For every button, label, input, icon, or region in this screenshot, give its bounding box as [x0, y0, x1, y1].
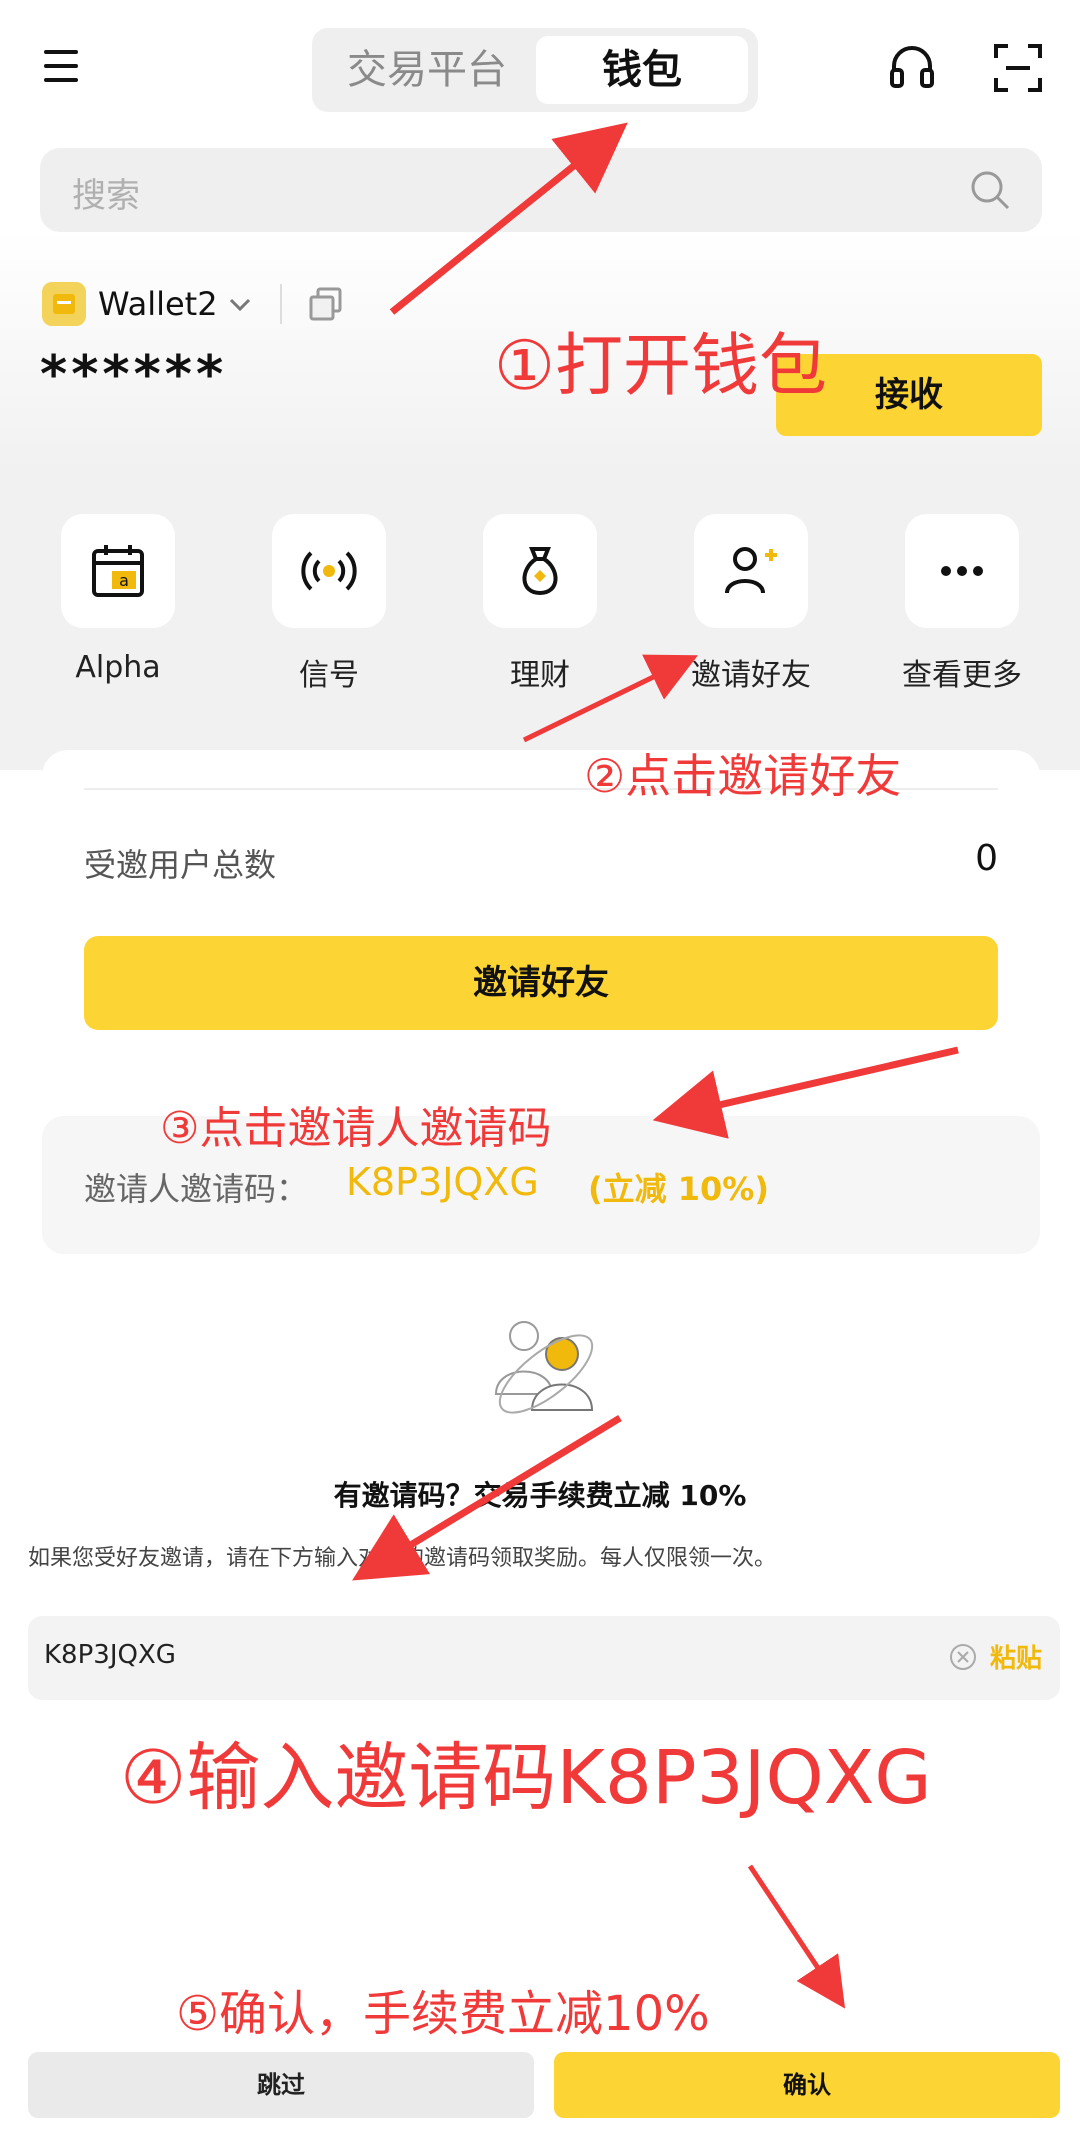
tab-exchange[interactable]: 交易平台	[322, 36, 532, 104]
scan-icon[interactable]	[990, 40, 1046, 96]
paste-button[interactable]: 粘贴	[990, 1638, 1042, 1675]
alpha-calendar-icon: a	[92, 545, 144, 597]
skip-button[interactable]: 跳过	[28, 2052, 534, 2118]
copy-icon[interactable]	[306, 284, 346, 324]
wallet-balance: ******	[40, 345, 228, 405]
headset-icon[interactable]	[884, 40, 940, 96]
search-input[interactable]: 搜索	[40, 148, 1042, 232]
arrow-to-confirm	[747, 1864, 846, 2009]
referral-code-value: K8P3JQXG	[44, 1640, 176, 1670]
more-icon	[941, 566, 983, 576]
quick-action-label: 理财	[510, 658, 570, 693]
referral-code-input[interactable]: K8P3JQXG 粘贴	[28, 1616, 1060, 1700]
quick-action-alpha[interactable]: a Alpha	[33, 514, 203, 685]
annotation-step5: ⑤确认，手续费立减10%	[176, 1986, 710, 2042]
inviter-code-label: 邀请人邀请码：	[84, 1170, 309, 1208]
inviter-code-value: K8P3JQXG	[346, 1160, 539, 1204]
quick-action-label: 信号	[299, 658, 359, 693]
clear-icon[interactable]	[948, 1642, 978, 1672]
quick-action-invite[interactable]: 邀请好友	[666, 514, 836, 694]
wallet-name[interactable]: Wallet2	[98, 282, 218, 326]
quick-action-label: Alpha	[75, 650, 161, 685]
annotation-step1: ①打开钱包	[494, 327, 827, 406]
invite-user-icon	[725, 547, 777, 594]
annotation-step2: ②点击邀请好友	[584, 749, 902, 803]
search-icon[interactable]	[968, 168, 1012, 212]
confirm-button[interactable]: 确认	[554, 2052, 1060, 2118]
annotation-step3: ③点击邀请人邀请码	[160, 1103, 552, 1154]
quick-action-signal[interactable]: 信号	[244, 514, 414, 694]
wallet-icon	[42, 282, 86, 326]
promo-description: 如果您受好友邀请，请在下方输入对方的邀请码领取奖励。每人仅限领一次。	[28, 1546, 777, 1571]
promo-title: 有邀请码？交易手续费立减 10%	[333, 1479, 747, 1512]
quick-action-more[interactable]: 查看更多	[877, 514, 1047, 694]
tab-wallet[interactable]: 钱包	[536, 36, 748, 104]
mode-switch: 交易平台 钱包	[312, 28, 758, 112]
annotation-step4: ④输入邀请码K8P3JQXG	[120, 1735, 932, 1821]
quick-action-earn[interactable]: 理财	[455, 514, 625, 694]
referral-illustration	[484, 1310, 604, 1430]
inviter-code-promo: (立减 10%)	[588, 1170, 769, 1208]
quick-action-label: 邀请好友	[691, 658, 811, 693]
invite-friends-button[interactable]: 邀请好友	[84, 936, 998, 1030]
search-placeholder: 搜索	[72, 176, 140, 216]
signal-icon	[301, 551, 357, 591]
chevron-down-icon[interactable]	[226, 290, 254, 318]
money-bag-icon	[522, 547, 558, 596]
divider	[280, 284, 282, 324]
invited-users-label: 受邀用户总数	[84, 846, 277, 884]
invited-users-count: 0	[975, 838, 998, 879]
svg-text:a: a	[119, 571, 129, 590]
menu-icon[interactable]	[44, 50, 78, 82]
quick-action-label: 查看更多	[902, 658, 1022, 693]
